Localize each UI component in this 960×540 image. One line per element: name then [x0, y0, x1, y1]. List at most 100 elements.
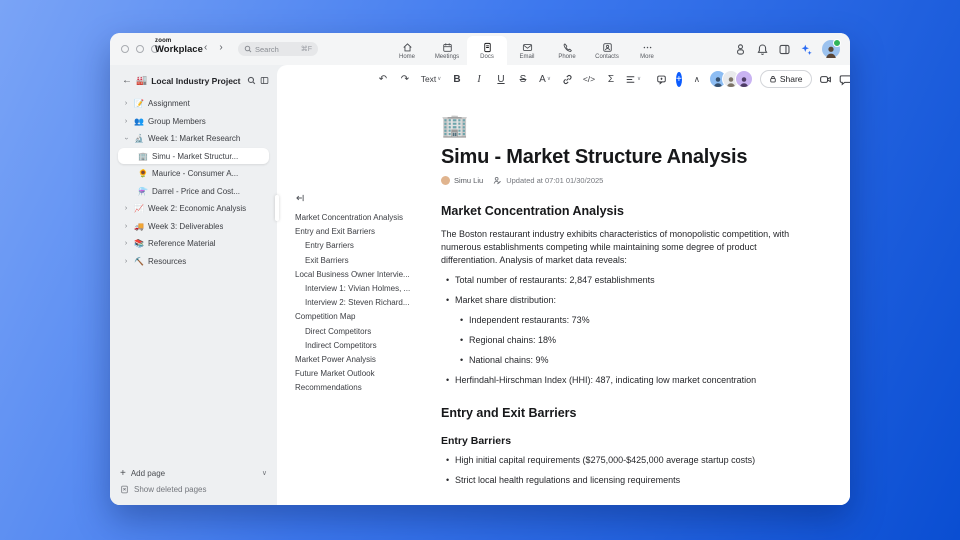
tab-meetings[interactable]: Meetings	[427, 36, 467, 65]
chevron-right-icon[interactable]: ›	[122, 240, 130, 247]
bold-button[interactable]: B	[447, 70, 467, 88]
memo-icon: 📝	[134, 99, 144, 108]
deleted-page-icon	[121, 485, 128, 493]
back-icon[interactable]: ‹	[204, 42, 207, 53]
collaborator-avatar[interactable]	[734, 70, 753, 88]
updated-timestamp: Updated at 07:01 01/30/2025	[506, 176, 604, 185]
chevron-right-icon[interactable]: ›	[122, 258, 130, 265]
sidebar-item-maurice-doc[interactable]: 🌻 Maurice - Consumer A...	[118, 166, 269, 182]
outline-item[interactable]: Market Power Analysis	[295, 355, 423, 364]
chevron-right-icon[interactable]: ›	[122, 100, 130, 107]
sidebar-item-week3[interactable]: › 🚚 Week 3: Deliverables	[118, 218, 269, 234]
show-deleted-pages-button[interactable]: Show deleted pages	[120, 481, 267, 497]
tab-phone[interactable]: Phone	[547, 36, 587, 65]
video-camera-icon[interactable]	[819, 73, 832, 86]
forward-icon[interactable]: ›	[219, 42, 222, 53]
formula-button[interactable]: Σ	[601, 70, 621, 88]
phone-icon	[563, 42, 572, 52]
assistant-icon[interactable]	[734, 43, 747, 56]
sidebar-item-assignment[interactable]: › 📝 Assignment	[118, 96, 269, 112]
ai-companion-sparkle-icon[interactable]	[800, 43, 813, 56]
text-color-button[interactable]: A ∨	[535, 70, 555, 88]
italic-button[interactable]: I	[469, 70, 489, 88]
outline-item[interactable]: Local Business Owner Intervie...	[295, 270, 423, 279]
sidebar-item-group-members[interactable]: › 👥 Group Members	[118, 113, 269, 129]
doc-bullet: Total number of restaurants: 2,847 estab…	[441, 274, 810, 287]
collapse-toolbar-button[interactable]: ∧	[687, 70, 707, 88]
tab-email[interactable]: Email	[507, 36, 547, 65]
strikethrough-button[interactable]: S	[513, 70, 533, 88]
outline-item[interactable]: Exit Barriers	[295, 256, 433, 265]
document-editor[interactable]: 🏢 Simu - Market Structure Analysis Simu …	[427, 93, 850, 505]
project-title: Local Industry Project	[151, 75, 241, 86]
chat-bubble-icon[interactable]	[839, 73, 850, 86]
outline-item[interactable]: Market Concentration Analysis	[295, 213, 423, 222]
redo-button[interactable]: ↷	[395, 70, 415, 88]
chevron-down-icon[interactable]: ›	[123, 135, 130, 143]
comment-button[interactable]	[651, 70, 671, 88]
insert-block-button[interactable]: +	[676, 71, 682, 87]
collapse-outline-icon[interactable]	[295, 193, 427, 203]
tab-docs[interactable]: Docs	[467, 36, 507, 65]
zoom-workplace-window: zoom Workplace ‹ › Search ⌘F Home Meetin…	[110, 33, 850, 505]
doc-bullet: Regional chains: 18%	[441, 334, 810, 347]
sidebar-item-resources[interactable]: › ⛏️ Resources	[118, 253, 269, 269]
sidebar-item-simu-doc[interactable]: 🏢 Simu - Market Structur...	[118, 148, 269, 164]
chrome-right-cluster	[734, 33, 841, 65]
text-style-dropdown[interactable]: Text ∨	[421, 70, 442, 88]
status-dot	[833, 39, 841, 47]
outline-item[interactable]: Future Market Outlook	[295, 369, 423, 378]
doc-bullet: Independent restaurants: 73%	[441, 314, 810, 327]
chevron-down-icon[interactable]: ∨	[262, 469, 267, 477]
tab-more[interactable]: More	[627, 36, 667, 65]
sidebar-item-week1[interactable]: › 🔬 Week 1: Market Research	[118, 131, 269, 147]
share-button[interactable]: Share	[759, 70, 812, 88]
sidebar-item-week2[interactable]: › 📈 Week 2: Economic Analysis	[118, 201, 269, 217]
underline-button[interactable]: U	[491, 70, 511, 88]
tab-contacts[interactable]: Contacts	[587, 36, 627, 65]
chevron-right-icon[interactable]: ›	[122, 118, 130, 125]
outline-item[interactable]: Entry Barriers	[295, 241, 433, 250]
link-button[interactable]	[557, 70, 577, 88]
outline-item[interactable]: Competition Map	[295, 312, 423, 321]
outline-item[interactable]: Interview 2: Steven Richard...	[295, 298, 433, 307]
chevron-down-icon: ∨	[546, 76, 551, 82]
minimize-window-icon[interactable]	[136, 45, 144, 53]
sidebar-search-icon[interactable]	[247, 76, 256, 85]
pages-sidebar: ← 🏭 Local Industry Project › 📝 Assignmen…	[110, 65, 277, 505]
panel-toggle-icon[interactable]	[778, 43, 791, 56]
align-button[interactable]: ∨	[623, 70, 643, 88]
chevron-right-icon[interactable]: ›	[122, 205, 130, 212]
comment-icon	[656, 75, 666, 85]
code-button[interactable]: </>	[579, 70, 599, 88]
author-avatar	[441, 176, 450, 185]
notifications-bell-icon[interactable]	[756, 43, 769, 56]
add-page-button[interactable]: + Add page ∨	[120, 465, 267, 481]
outline-item[interactable]: Interview 1: Vivian Holmes, ...	[295, 284, 433, 293]
global-search-input[interactable]: Search ⌘F	[238, 42, 318, 56]
outline-item[interactable]: Entry and Exit Barriers	[295, 227, 423, 236]
tab-home[interactable]: Home	[387, 36, 427, 65]
sidebar-footer: + Add page ∨ Show deleted pages	[110, 463, 277, 499]
outline-item[interactable]: Indirect Competitors	[295, 341, 433, 350]
chevron-right-icon[interactable]: ›	[122, 223, 130, 230]
document-title[interactable]: Simu - Market Structure Analysis	[441, 146, 810, 169]
outline-item[interactable]: Direct Competitors	[295, 327, 433, 336]
document-emoji-icon[interactable]: 🏢	[441, 115, 810, 137]
doc-heading: Market Concentration Analysis	[441, 204, 624, 218]
doc-bullet: Market share distribution:	[441, 294, 810, 307]
user-avatar[interactable]	[822, 39, 841, 58]
outline-item[interactable]: Recommendations	[295, 383, 423, 392]
undo-button[interactable]: ↶	[373, 70, 393, 88]
desktop-background: zoom Workplace ‹ › Search ⌘F Home Meetin…	[0, 0, 960, 540]
sidebar-collapse-icon[interactable]	[260, 76, 269, 85]
link-icon	[562, 74, 572, 84]
sidebar-item-darrel-doc[interactable]: ⚗️ Darrel - Price and Cost...	[118, 183, 269, 199]
doc-bullet: National chains: 9%	[441, 354, 810, 367]
close-window-icon[interactable]	[121, 45, 129, 53]
window-controls[interactable]	[121, 45, 159, 53]
calendar-icon	[442, 42, 452, 52]
back-to-projects-icon[interactable]: ←	[122, 75, 132, 86]
sidebar-item-reference-material[interactable]: › 📚 Reference Material	[118, 236, 269, 252]
sidebar-resize-handle[interactable]	[275, 195, 279, 221]
